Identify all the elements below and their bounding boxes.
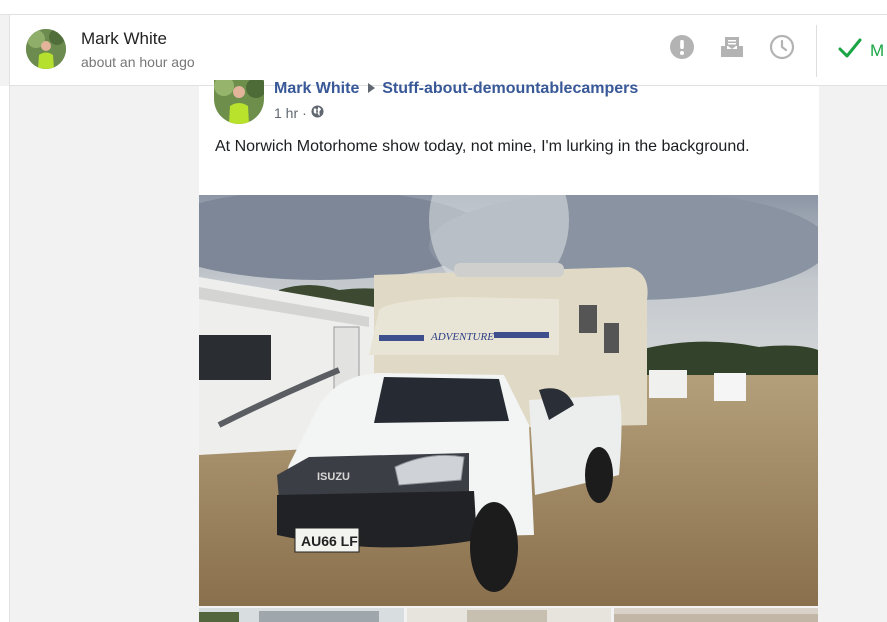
top-bar [0,0,887,15]
post-card: Mark White Stuff-about-demountablecamper… [199,80,819,196]
photo-thumbnail-1[interactable] [199,608,404,622]
photo-thumbnail-2[interactable] [407,608,611,622]
message-list-edge [0,86,10,622]
clock-icon[interactable] [768,33,796,61]
globe-icon [311,105,324,121]
author-avatar[interactable] [214,80,264,124]
meta-separator: · [302,105,307,121]
truck-brand-text: ISUZU [317,471,350,483]
sender-avatar[interactable] [26,29,66,69]
alert-icon[interactable] [668,33,696,61]
triangle-right-icon [367,80,375,98]
post-photo[interactable]: ADVENTURE ISUZU AU66 LFK [199,195,818,606]
post-author-line: Mark White Stuff-about-demountablecamper… [274,80,638,98]
post-text: At Norwich Motorhome show today, not min… [215,138,750,155]
plate-text: AU66 LFK [301,533,368,549]
sender-name: Mark White [81,29,167,48]
post-time[interactable]: 1 hr [274,105,298,121]
mark-done-button[interactable]: M [838,37,884,64]
post-meta: 1 hr · [274,105,324,121]
camper-badge-text: ADVENTURE [430,331,494,343]
archive-icon[interactable] [718,33,746,61]
message-header: Mark White about an hour ago M [9,15,887,86]
post-author-link[interactable]: Mark White [274,80,359,97]
message-time: about an hour ago [81,54,195,70]
photo-thumbnail-3[interactable] [614,608,818,622]
header-divider [816,25,817,77]
mark-done-label: M [870,40,885,60]
post-group-link[interactable]: Stuff-about-demountablecampers [382,80,638,97]
check-icon [838,37,862,64]
